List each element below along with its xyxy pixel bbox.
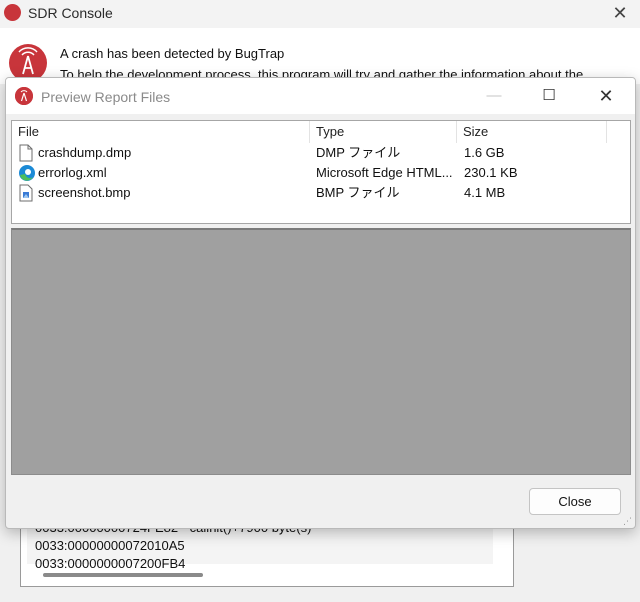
file-row-screenshot[interactable]: screenshot.bmp BMP ファイル 4.1 MB (12, 183, 612, 203)
edge-browser-icon (18, 164, 35, 182)
crash-headline: A crash has been detected by BugTrap (60, 46, 285, 61)
column-header-size[interactable]: Size (457, 121, 607, 143)
preview-report-files-dialog: Preview Report Files — ☐ ✕ File Type Siz… (5, 77, 636, 529)
file-row-crashdump[interactable]: crashdump.dmp DMP ファイル 1.6 GB (12, 143, 612, 163)
file-row-errorlog[interactable]: errorlog.xml Microsoft Edge HTML... 230.… (12, 163, 612, 183)
dialog-title: Preview Report Files (41, 89, 171, 105)
file-preview-pane (11, 228, 631, 475)
file-type: DMP ファイル (316, 145, 401, 160)
stack-trace-line: 0033:0000000007200FB4 (35, 556, 186, 571)
minimize-icon[interactable]: — (474, 82, 514, 110)
sdr-console-close-icon[interactable]: ✕ (606, 2, 634, 24)
close-icon[interactable]: ✕ (586, 82, 626, 110)
file-size: 4.1 MB (464, 185, 506, 200)
sdr-console-title: SDR Console (28, 5, 113, 21)
file-name: screenshot.bmp (38, 185, 131, 200)
resize-grip-icon[interactable]: ⋰ (623, 516, 633, 526)
dialog-titlebar: Preview Report Files — ☐ ✕ (6, 78, 635, 114)
blank-document-icon (18, 144, 34, 162)
file-size: 1.6 GB (464, 145, 505, 160)
file-size: 230.1 KB (464, 165, 518, 180)
maximize-icon[interactable]: ☐ (529, 82, 569, 110)
file-name: errorlog.xml (38, 165, 107, 180)
image-file-icon (18, 184, 34, 202)
column-header-file[interactable]: File (12, 121, 310, 143)
horizontal-scrollbar-thumb[interactable] (43, 573, 203, 577)
stack-trace-line: 0033:00000000072010A5 (35, 538, 185, 553)
close-button[interactable]: Close (529, 488, 621, 515)
dialog-app-icon (15, 87, 33, 105)
file-type: Microsoft Edge HTML... (316, 165, 453, 180)
sdr-console-titlebar: SDR Console ✕ (0, 0, 640, 28)
report-file-list[interactable]: File Type Size crashdump.dmp DMP ファイル 1.… (11, 120, 631, 224)
sdr-console-app-icon (4, 4, 21, 21)
file-name: crashdump.dmp (38, 145, 132, 160)
column-header-type[interactable]: Type (310, 121, 457, 143)
file-type: BMP ファイル (316, 185, 400, 200)
